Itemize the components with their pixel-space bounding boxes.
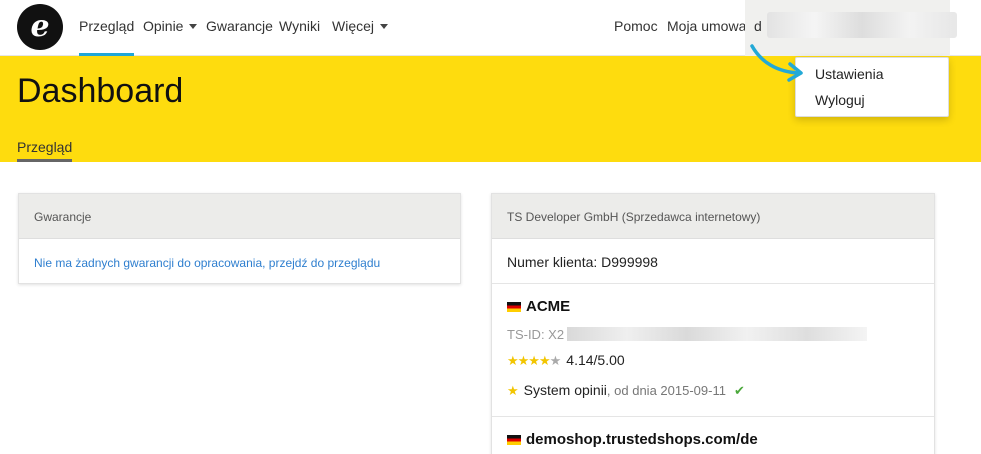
german-flag-icon xyxy=(507,435,521,445)
review-system-since: , od dnia 2015-09-11 xyxy=(606,383,726,398)
shop-row: demoshop.trustedshops.com/de xyxy=(492,416,934,454)
annotation-arrow-icon xyxy=(750,44,803,82)
shop-name: ACME xyxy=(526,298,571,315)
tab-przeglad[interactable]: Przegląd xyxy=(17,139,73,162)
shop-row: ACME TS-ID: X2 ★★★★★ 4.14/5.00 ★ System op… xyxy=(492,283,934,416)
rating-row: ★★★★★ 4.14/5.00 xyxy=(507,352,625,370)
redacted-username xyxy=(767,12,957,38)
guarantees-overview-link[interactable]: Nie ma żadnych gwarancji do opracowania,… xyxy=(34,256,380,270)
nav-label: Wyniki xyxy=(279,18,321,34)
nav-item-wiecej[interactable]: Więcej xyxy=(332,0,389,56)
caret-down-icon xyxy=(380,24,389,29)
nav-label: Pomoc xyxy=(614,18,658,34)
review-system-row: ★ System opinii, od dnia 2015-09-11 ✔ xyxy=(507,382,745,400)
shop-title[interactable]: ACME xyxy=(507,298,570,316)
star-icon: ★ xyxy=(507,383,519,398)
nav-label: Przegląd xyxy=(79,18,135,34)
seller-card: TS Developer GmbH (Sprzedawca internetow… xyxy=(491,193,935,454)
menu-item-logout[interactable]: Wyloguj xyxy=(815,92,865,108)
nav-label: Więcej xyxy=(332,18,375,34)
shop-title[interactable]: demoshop.trustedshops.com/de xyxy=(507,431,758,449)
nav-label: Opinie xyxy=(143,18,184,34)
card-title: Gwarancje xyxy=(19,194,460,239)
menu-item-settings[interactable]: Ustawienia xyxy=(815,66,883,82)
shop-name: demoshop.trustedshops.com/de xyxy=(526,431,758,448)
star-empty-icon: ★ xyxy=(549,353,562,368)
guarantees-card: Gwarancje Nie ma żadnych gwarancji do op… xyxy=(18,193,461,284)
rating-value: 4.14/5.00 xyxy=(566,352,625,368)
redacted-ts-id xyxy=(567,327,868,341)
nav-my-contract-link[interactable]: Moja umowa xyxy=(667,0,746,56)
nav-item-przeglad[interactable]: Przegląd xyxy=(79,0,135,56)
logo-letter: e xyxy=(30,9,50,44)
nav-item-wyniki[interactable]: Wyniki xyxy=(279,0,320,56)
nav-label: Gwarancje xyxy=(206,18,273,34)
nav-help-link[interactable]: Pomoc xyxy=(614,0,658,56)
review-system-label: System opinii xyxy=(523,382,607,398)
german-flag-icon xyxy=(507,302,521,312)
user-dropdown-menu: Ustawienia Wyloguj xyxy=(795,57,949,117)
ts-id-row: TS-ID: X2 xyxy=(507,326,868,344)
caret-down-icon xyxy=(189,24,198,29)
nav-item-gwarancje[interactable]: Gwarancje xyxy=(206,0,273,56)
top-navbar: e Przegląd Opinie Gwarancje Wyniki Więce… xyxy=(0,0,981,56)
page-title: Dashboard xyxy=(17,72,184,110)
trusted-shops-logo[interactable]: e xyxy=(17,4,63,50)
nav-item-opinie[interactable]: Opinie xyxy=(143,0,198,56)
card-title: TS Developer GmbH (Sprzedawca internetow… xyxy=(492,194,934,239)
star-rating-icon: ★★★★ xyxy=(507,353,551,368)
customer-number: Numer klienta: D999998 xyxy=(507,254,658,270)
ts-id: TS-ID: X2 xyxy=(507,327,565,342)
nav-label: Moja umowa xyxy=(667,18,747,34)
checkmark-icon: ✔ xyxy=(733,383,745,398)
